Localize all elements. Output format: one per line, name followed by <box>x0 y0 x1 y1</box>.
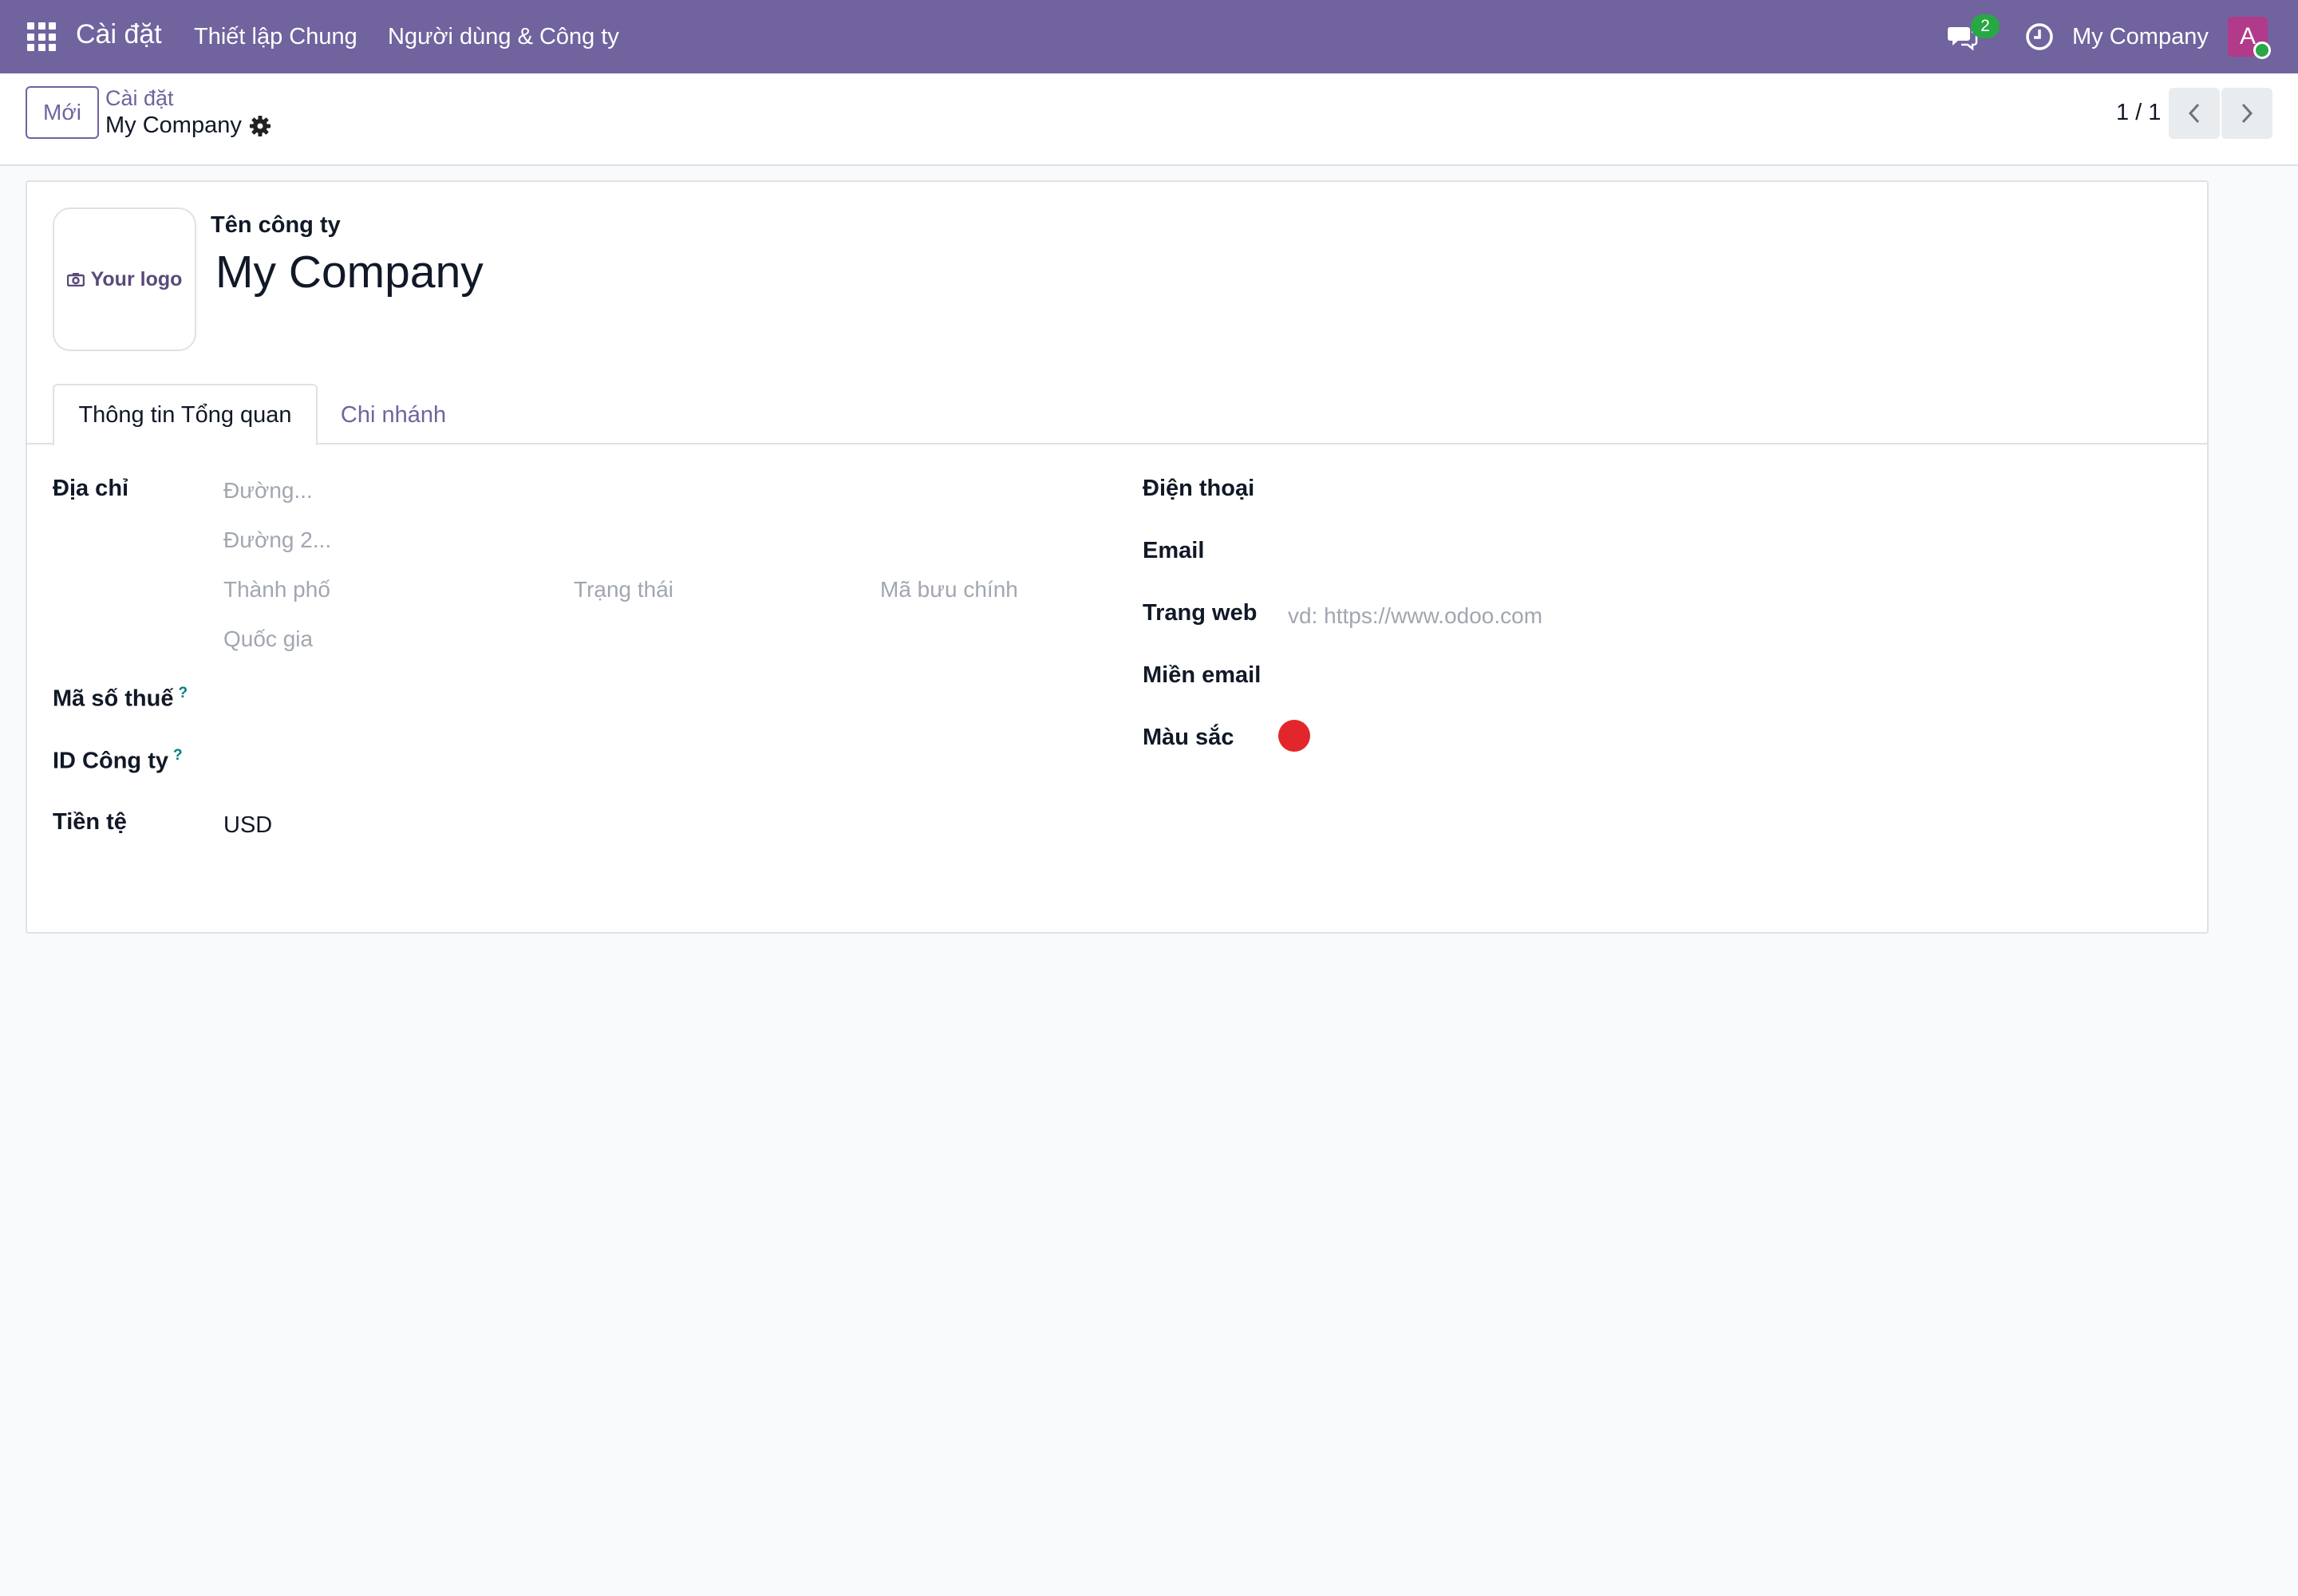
state-input[interactable]: Trạng thái <box>574 577 673 602</box>
company-logo-upload[interactable]: Your logo <box>53 207 196 351</box>
company-id-label: ID Công ty? <box>53 747 183 775</box>
apps-grid-icon[interactable] <box>27 22 56 51</box>
street2-input[interactable]: Đường 2... <box>223 527 331 553</box>
notebook-tabs: Thông tin Tổng quan Chi nhánh <box>27 384 2207 446</box>
clock-icon[interactable] <box>2024 22 2055 52</box>
pager-value[interactable]: 1 / 1 <box>2116 100 2161 126</box>
chevron-right-icon <box>2241 103 2253 124</box>
currency-label: Tiền tệ <box>53 809 127 835</box>
pager-previous-button[interactable] <box>2169 88 2220 139</box>
top-navbar: Cài đặt Thiết lập Chung Người dùng & Côn… <box>0 0 2298 73</box>
company-switcher[interactable]: My Company <box>2072 24 2209 50</box>
app-title[interactable]: Cài đặt <box>76 19 162 50</box>
logo-placeholder-text: Your logo <box>90 267 183 290</box>
help-tooltip-icon[interactable]: ? <box>178 685 188 701</box>
website-label: Trang web <box>1143 600 1258 626</box>
address-label: Địa chỉ <box>53 476 129 501</box>
email-label: Email <box>1143 538 1205 563</box>
online-status-indicator <box>2253 41 2271 59</box>
company-color-picker[interactable] <box>1278 720 1310 752</box>
tab-general-info[interactable]: Thông tin Tổng quan <box>53 384 318 446</box>
phone-label: Điện thoại <box>1143 476 1255 501</box>
menu-general-settings[interactable]: Thiết lập Chung <box>194 24 357 50</box>
chevron-left-icon <box>2188 103 2200 124</box>
breadcrumb-current: My Company <box>105 113 242 138</box>
camera-icon <box>66 273 85 286</box>
color-label: Màu sắc <box>1143 725 1234 750</box>
form-sheet: Your logo Tên công ty My Company Thông t… <box>26 180 2209 934</box>
new-button[interactable]: Mới <box>26 86 99 139</box>
company-id-label-text: ID Công ty <box>53 748 168 774</box>
tax-id-label: Mã số thuế? <box>53 685 188 713</box>
zip-input[interactable]: Mã bưu chính <box>880 577 1018 602</box>
gear-icon[interactable] <box>248 114 272 138</box>
help-tooltip-icon[interactable]: ? <box>173 747 183 764</box>
control-panel: Mới Cài đặt My Company 1 / 1 <box>0 73 2298 166</box>
email-domain-label: Miền email <box>1143 662 1262 688</box>
country-input[interactable]: Quốc gia <box>223 626 313 652</box>
city-input[interactable]: Thành phố <box>223 577 330 602</box>
menu-users-companies[interactable]: Người dùng & Công ty <box>388 24 619 50</box>
currency-field[interactable]: USD <box>223 812 272 839</box>
website-input[interactable]: vd: https://www.odoo.com <box>1288 603 1542 629</box>
company-name-input[interactable]: My Company <box>215 246 484 298</box>
messages-count-badge: 2 <box>1971 14 2000 38</box>
breadcrumb-settings[interactable]: Cài đặt <box>105 86 174 111</box>
company-name-label: Tên công ty <box>211 212 341 238</box>
pager-next-button[interactable] <box>2221 88 2272 139</box>
tax-id-label-text: Mã số thuế <box>53 685 174 712</box>
tab-branches[interactable]: Chi nhánh <box>318 384 469 446</box>
street-input[interactable]: Đường... <box>223 478 313 504</box>
